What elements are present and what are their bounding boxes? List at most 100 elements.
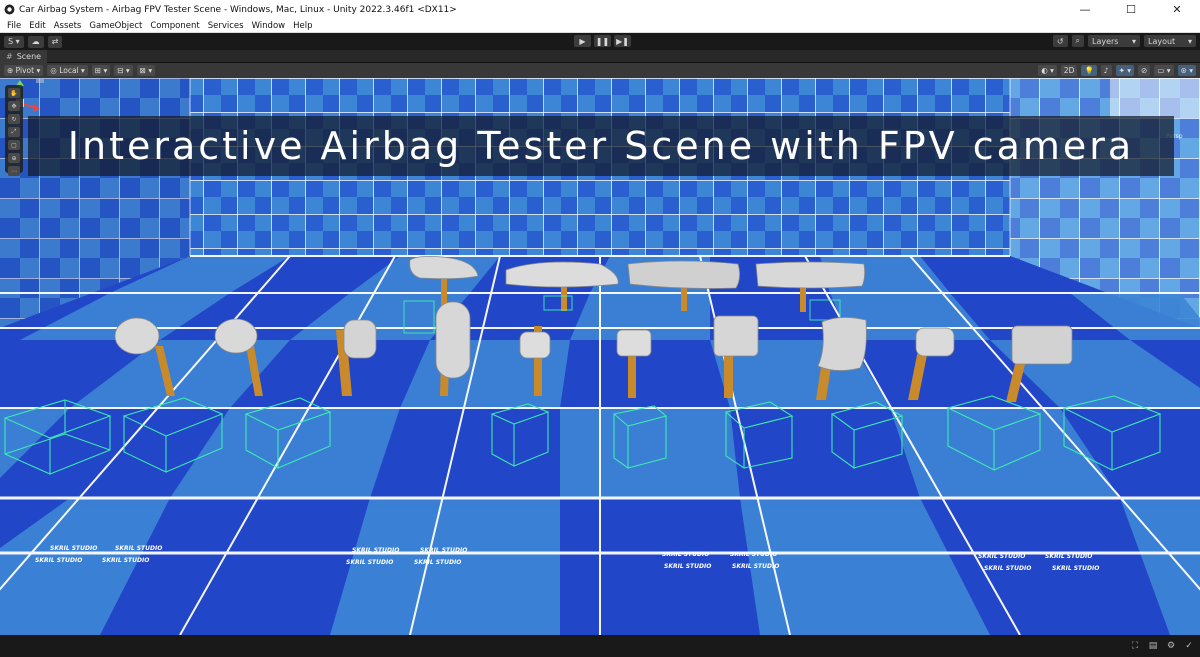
playmode-controls: ▶ ❚❚ ▶❚ bbox=[571, 35, 631, 47]
layers-dropdown[interactable]: Layers ▾ bbox=[1088, 35, 1140, 47]
pivot-toggle[interactable]: ⊕ Pivot ▾ bbox=[4, 65, 44, 76]
brand-decal: SKRIL STUDIO bbox=[978, 553, 1025, 560]
audio-icon[interactable]: ♪ bbox=[1100, 65, 1112, 76]
banner-text: Interactive Airbag Tester Scene with FPV… bbox=[67, 124, 1135, 168]
play-button[interactable]: ▶ bbox=[574, 35, 591, 47]
brand-decal: SKRIL STUDIO bbox=[50, 545, 97, 552]
minimize-button[interactable]: — bbox=[1062, 0, 1108, 19]
airbag bbox=[915, 327, 955, 357]
rect-tool-icon[interactable]: ▢ bbox=[8, 140, 20, 150]
window-title-bar: Car Airbag System - Airbag FPV Tester Sc… bbox=[0, 0, 1200, 19]
collab-icon[interactable]: ⇄ bbox=[47, 35, 63, 48]
layout-dropdown[interactable]: Layout ▾ bbox=[1144, 35, 1196, 47]
brand-decal: SKRIL STUDIO bbox=[414, 559, 461, 566]
step-button[interactable]: ▶❚ bbox=[614, 35, 631, 47]
pause-button[interactable]: ❚❚ bbox=[594, 35, 611, 47]
airbag bbox=[519, 331, 551, 359]
custom-tool-icon[interactable]: ⋯ bbox=[8, 166, 20, 176]
gizmos-icon[interactable]: ⊛ ▾ bbox=[1177, 65, 1196, 76]
hidden-objects-icon[interactable]: ⊘ bbox=[1138, 65, 1151, 76]
airbag bbox=[627, 260, 740, 289]
menu-help[interactable]: Help bbox=[289, 21, 316, 31]
airbag bbox=[214, 318, 258, 354]
cloud-icon[interactable]: ☁ bbox=[27, 35, 44, 48]
brand-decal: SKRIL STUDIO bbox=[102, 557, 149, 564]
search-icon[interactable]: ⌕ bbox=[1071, 35, 1084, 47]
hand-tool-icon[interactable]: ✋ bbox=[8, 88, 20, 98]
debug-icon[interactable]: ⚙ bbox=[1166, 641, 1176, 651]
rotate-tool-icon[interactable]: ↻ bbox=[8, 114, 20, 124]
title-banner: Interactive Airbag Tester Scene with FPV… bbox=[28, 116, 1174, 176]
menu-component[interactable]: Component bbox=[146, 21, 203, 31]
brand-decal: SKRIL STUDIO bbox=[1052, 565, 1099, 572]
local-toggle[interactable]: ◎ Local ▾ bbox=[47, 65, 88, 76]
chevron-down-icon: ▾ bbox=[1131, 36, 1136, 46]
lighting-icon[interactable]: 💡 bbox=[1081, 65, 1097, 76]
airbag bbox=[505, 261, 619, 288]
airbag bbox=[817, 317, 867, 371]
grid-visibility-icon[interactable]: ⊟ ▾ bbox=[114, 65, 133, 76]
unity-icon bbox=[4, 4, 15, 15]
close-button[interactable]: ✕ bbox=[1154, 0, 1200, 19]
transform-tool-icon[interactable]: ⊕ bbox=[8, 153, 20, 163]
check-icon[interactable]: ✓ bbox=[1184, 641, 1194, 651]
pole bbox=[681, 286, 687, 311]
scene-tool-panel: ✋ ✥ ↻ ⤢ ▢ ⊕ ⋯ bbox=[5, 85, 23, 176]
undo-history-icon[interactable]: ↺ bbox=[1052, 35, 1068, 47]
airbag bbox=[114, 317, 160, 355]
airbag bbox=[1011, 325, 1073, 365]
pivot-label: Pivot bbox=[15, 66, 35, 75]
move-tool-icon[interactable]: ✥ bbox=[8, 101, 20, 111]
globe-icon: ◎ bbox=[50, 66, 60, 75]
camera-icon[interactable]: ▭ ▾ bbox=[1154, 65, 1174, 76]
menu-gameobject[interactable]: GameObject bbox=[85, 21, 146, 31]
airbag bbox=[755, 261, 866, 289]
brand-decal: SKRIL STUDIO bbox=[664, 563, 711, 570]
chevron-down-icon: ▾ bbox=[34, 66, 41, 75]
maximize-button[interactable]: ☐ bbox=[1108, 0, 1154, 19]
scale-tool-icon[interactable]: ⤢ bbox=[8, 127, 20, 137]
airbag bbox=[435, 301, 471, 379]
brand-decal: SKRIL STUDIO bbox=[115, 545, 162, 552]
tab-scene[interactable]: # Scene bbox=[0, 49, 48, 63]
brand-decal: SKRIL STUDIO bbox=[662, 551, 709, 558]
toggle-2d-button[interactable]: 2D bbox=[1060, 65, 1078, 76]
menu-file[interactable]: File bbox=[3, 21, 25, 31]
status-bar: ⛶ ▤ ⚙ ✓ bbox=[0, 635, 1200, 657]
layers-label: Layers bbox=[1092, 36, 1119, 46]
increment-snap-icon[interactable]: ⊠ ▾ bbox=[136, 65, 156, 76]
menu-assets[interactable]: Assets bbox=[50, 21, 86, 31]
chevron-down-icon: ▾ bbox=[78, 66, 85, 75]
brand-decal: SKRIL STUDIO bbox=[732, 563, 779, 570]
menu-edit[interactable]: Edit bbox=[25, 21, 49, 31]
cache-server-icon[interactable]: ▤ bbox=[1148, 641, 1158, 651]
local-label: Local bbox=[59, 66, 79, 75]
pivot-icon: ⊕ bbox=[7, 66, 16, 75]
account-dropdown[interactable]: S ▾ bbox=[4, 35, 24, 48]
menu-services[interactable]: Services bbox=[204, 21, 248, 31]
progress-icon[interactable]: ⛶ bbox=[1130, 641, 1140, 651]
menu-bar: File Edit Assets GameObject Component Se… bbox=[0, 19, 1200, 33]
brand-decal: SKRIL STUDIO bbox=[1045, 553, 1092, 560]
brand-decal: SKRIL STUDIO bbox=[35, 557, 82, 564]
window-title: Car Airbag System - Airbag FPV Tester Sc… bbox=[19, 4, 457, 15]
airbag bbox=[343, 319, 377, 359]
pole bbox=[561, 286, 567, 311]
scene-toolbar: ⊕ Pivot ▾ ◎ Local ▾ ⊞ ▾ ⊟ ▾ ⊠ ▾ ◐ ▾ 2D 💡… bbox=[0, 63, 1200, 78]
main-toolbar: S ▾ ☁ ⇄ ▶ ❚❚ ▶❚ ↺ ⌕ Layers ▾ Layout ▾ bbox=[0, 33, 1200, 50]
layout-label: Layout bbox=[1148, 36, 1176, 46]
grid-snap-icon[interactable]: ⊞ ▾ bbox=[91, 65, 111, 76]
effects-icon[interactable]: ✦ ▾ bbox=[1115, 65, 1135, 76]
draw-mode-icon[interactable]: ◐ ▾ bbox=[1038, 65, 1057, 76]
airbag bbox=[616, 329, 652, 357]
scene-hash-icon: # bbox=[6, 51, 13, 61]
menu-window[interactable]: Window bbox=[248, 21, 290, 31]
airbag bbox=[713, 315, 759, 357]
toolbar-right-group: ↺ ⌕ Layers ▾ Layout ▾ bbox=[1049, 35, 1196, 47]
chevron-down-icon: ▾ bbox=[1187, 36, 1192, 46]
brand-decal: SKRIL STUDIO bbox=[346, 559, 393, 566]
scene-tab-bar: # Scene bbox=[0, 49, 1200, 63]
scene-toolbar-right: ◐ ▾ 2D 💡 ♪ ✦ ▾ ⊘ ▭ ▾ ⊛ ▾ bbox=[1034, 65, 1196, 76]
brand-decal: SKRIL STUDIO bbox=[730, 551, 777, 558]
brand-decal: SKRIL STUDIO bbox=[352, 547, 399, 554]
